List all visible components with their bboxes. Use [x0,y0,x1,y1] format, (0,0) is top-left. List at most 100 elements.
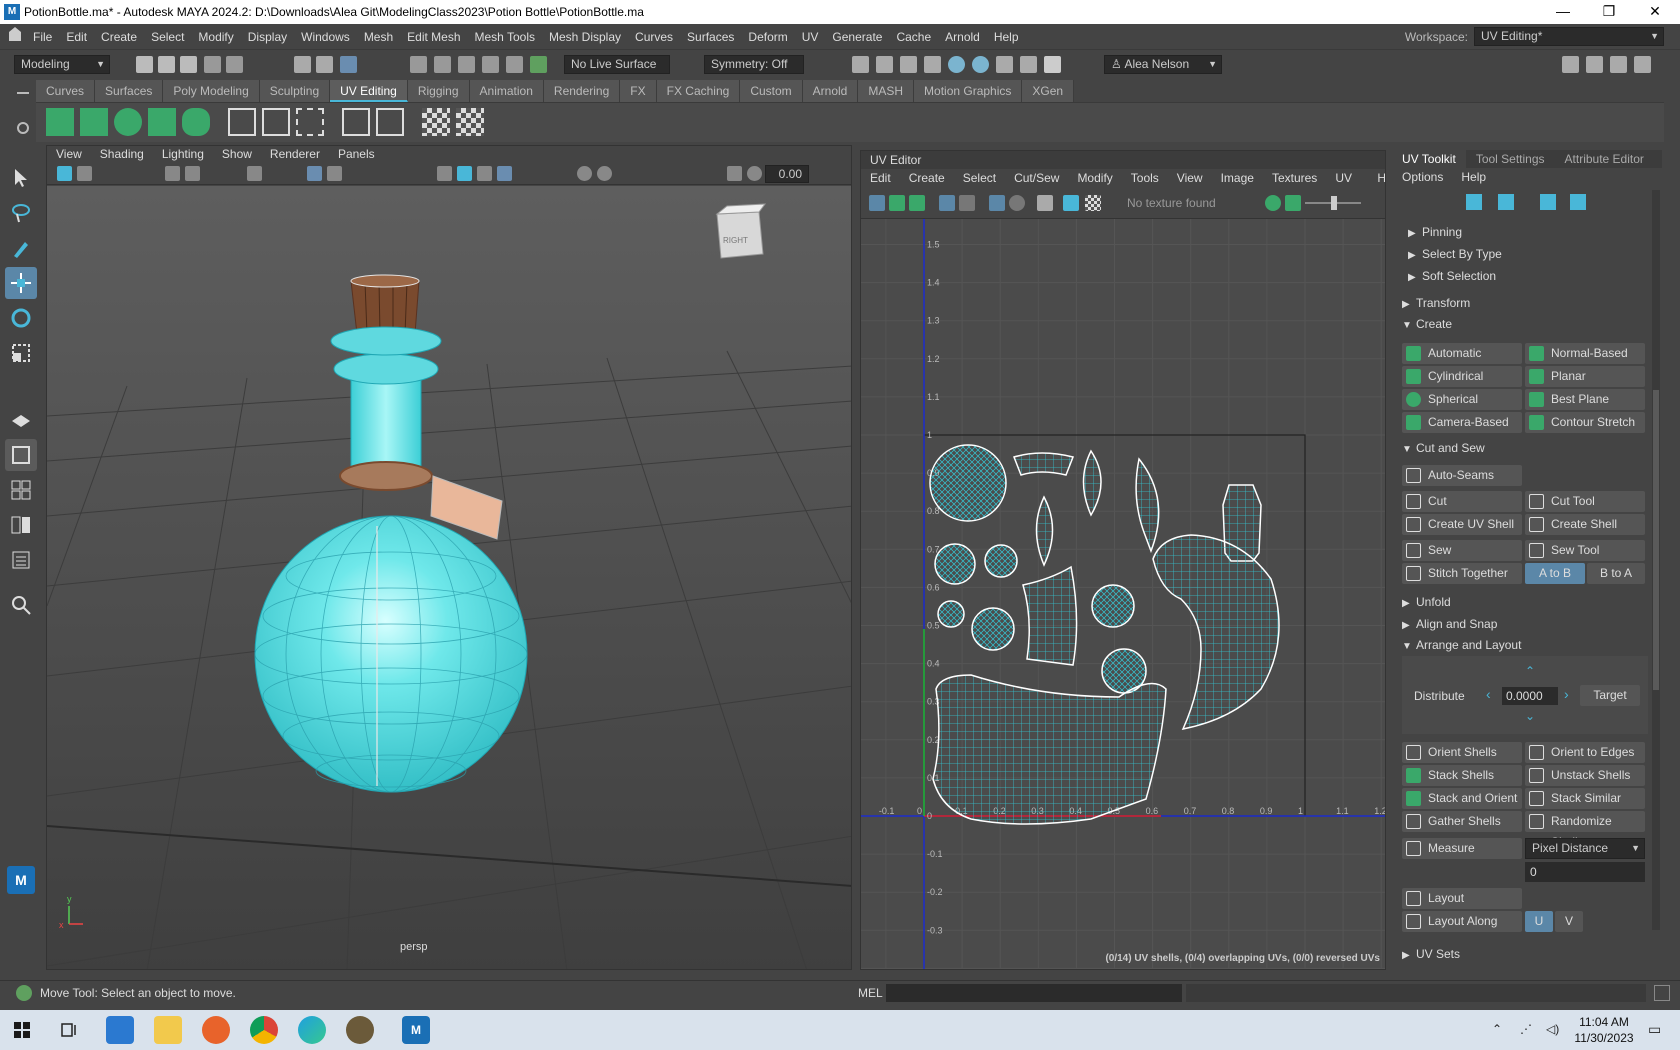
uv-shells[interactable] [929,444,1280,825]
contour-stretch-button[interactable]: Contour Stretch [1525,412,1645,433]
make-live-icon[interactable] [530,56,547,73]
viewport-menu-show[interactable]: Show [213,146,261,163]
maximize-button[interactable]: ❐ [1586,0,1632,24]
shelf-tab-xgen[interactable]: XGen [1022,80,1075,102]
section-uv-sets[interactable]: ▶ UV Sets [1402,944,1648,965]
menu-deform[interactable]: Deform [741,30,794,44]
shelf-tab-mash[interactable]: MASH [858,80,915,102]
render-settings-icon[interactable] [924,56,941,73]
uv-exposure-slider[interactable] [1305,196,1361,210]
shelf-tab-fx-caching[interactable]: FX Caching [656,80,741,102]
arnold-render-view-icon[interactable] [972,56,989,73]
snap-point-icon[interactable] [458,56,475,73]
section-arrange-and-layout[interactable]: ▼ Arrange and Layout [1402,635,1648,656]
uv-menu-create[interactable]: Create [900,169,954,188]
uv-checker-icon[interactable] [1085,195,1101,211]
menu-set-dropdown[interactable]: Modeling ▼ [14,55,110,74]
uv-menu-view[interactable]: View [1168,169,1212,188]
live-surface-field[interactable]: No Live Surface [564,55,670,74]
uv-menu-image[interactable]: Image [1212,169,1263,188]
toolkit-menu-help[interactable]: Help [1461,168,1486,186]
edge-icon[interactable] [298,1016,326,1044]
symmetry-dropdown[interactable]: Symmetry: Off [704,55,804,74]
spherical-mapping-icon[interactable] [114,108,142,136]
render-sequence-icon[interactable] [876,56,893,73]
scrollbar-thumb[interactable] [1653,390,1659,690]
uv-snapshot-icon[interactable] [1037,195,1053,211]
single-perspective-layout-icon[interactable] [5,439,37,471]
menu-edit-mesh[interactable]: Edit Mesh [400,30,467,44]
stitch-a-to-b-toggle[interactable]: A to B [1525,563,1585,584]
uv-shell-cork-bottom[interactable] [971,607,1015,651]
uv-display-image-icon[interactable] [939,195,955,211]
paint-select-tool-icon[interactable] [5,232,37,264]
two-view-layout-icon[interactable] [5,509,37,541]
undo-icon[interactable] [204,56,221,73]
uv-exposure-icon[interactable] [1265,195,1281,211]
shelf-tab-sculpting[interactable]: Sculpting [259,80,331,102]
move-tool-icon[interactable] [5,267,37,299]
layout-along-button[interactable]: Layout Along [1402,911,1522,932]
uv-texture-space[interactable]: 1.51.41.31.21.110.90.80.70.60.50.40.30.2… [861,205,1385,969]
section-pinning[interactable]: ▶ Pinning [1402,222,1648,243]
shelf-tab-rendering[interactable]: Rendering [543,80,621,102]
shelf-tab-arnold[interactable]: Arnold [802,80,859,102]
close-button[interactable]: ✕ [1632,0,1678,24]
four-view-layout-icon[interactable] [5,474,37,506]
uv-menu-textures[interactable]: Textures [1263,169,1326,188]
uv-filter-icon[interactable] [959,195,975,211]
windows-start-icon[interactable] [8,1016,36,1044]
tab-uv-toolkit[interactable]: UV Toolkit [1392,150,1466,168]
potion-bottle-mesh[interactable] [254,274,528,793]
uv-gamma-icon[interactable] [1285,195,1301,211]
uv-menu-help[interactable]: Help [1368,169,1385,188]
hypershade-icon[interactable] [948,56,965,73]
chevron-down-icon[interactable]: ⌄ [1525,709,1535,723]
open-scene-icon[interactable] [158,56,175,73]
stitch-b-to-a-toggle[interactable]: B to A [1587,563,1645,584]
invert-pin-icon[interactable] [1540,194,1556,210]
tray-chevron-icon[interactable]: ⌃ [1492,1022,1502,1036]
planar-mapping-icon[interactable] [148,108,176,136]
slider-handle[interactable] [1331,196,1337,210]
menu-mesh-tools[interactable]: Mesh Tools [468,30,542,44]
uv-menu-tools[interactable]: Tools [1122,169,1168,188]
tool-settings-icon[interactable] [1610,56,1627,73]
render-setup-icon[interactable] [996,56,1013,73]
uv-shell-label-arc[interactable] [1152,534,1280,731]
menu-display[interactable]: Display [241,30,294,44]
workspace-dropdown[interactable]: UV Editing* ▼ [1474,27,1664,46]
cut-tool-button[interactable]: Cut Tool [1525,491,1645,512]
menu-modify[interactable]: Modify [191,30,240,44]
viewport-menu-view[interactable]: View [47,146,91,163]
uv-shell-cork-top[interactable] [937,600,965,628]
viewport-menu-renderer[interactable]: Renderer [261,146,329,163]
auto-seams-icon[interactable] [228,108,256,136]
minimize-button[interactable]: — [1540,0,1586,24]
sew-button[interactable]: Sew [1402,540,1522,561]
menu-create[interactable]: Create [94,30,144,44]
uv-shaded-icon[interactable] [1009,195,1025,211]
menu-generate[interactable]: Generate [825,30,889,44]
section-align-and-snap[interactable]: ▶ Align and Snap [1402,614,1648,635]
tab-tool-settings[interactable]: Tool Settings [1466,150,1555,168]
uv-shell-bottom-disc[interactable] [929,444,1007,522]
maya-taskbar-icon[interactable]: M [402,1016,430,1044]
uv-shell-cap-top[interactable] [934,543,976,585]
uv-menu-edit[interactable]: Edit [861,169,900,188]
shelf-tab-fx[interactable]: FX [620,80,657,102]
orient-shells-button[interactable]: Orient Shells [1402,742,1522,763]
snap-grid-icon[interactable] [410,56,427,73]
stack-similar-button[interactable]: Stack Similar [1525,788,1645,809]
section-select-by-type[interactable]: ▶ Select By Type [1402,244,1648,265]
section-soft-selection[interactable]: ▶ Soft Selection [1402,266,1648,287]
shelf-tab-poly-modeling[interactable]: Poly Modeling [163,80,260,102]
rotate-tool-icon[interactable] [5,302,37,334]
channel-box-icon[interactable] [1634,56,1651,73]
viewport-menu-shading[interactable]: Shading [91,146,153,163]
menu-surfaces[interactable]: Surfaces [680,30,741,44]
menu-file[interactable]: File [26,30,59,44]
uv-shell-cork-ring[interactable] [1013,452,1075,476]
distribute-field[interactable]: 0.0000 [1502,687,1558,705]
randomize-shells-button[interactable]: Randomize Shells [1525,811,1645,849]
